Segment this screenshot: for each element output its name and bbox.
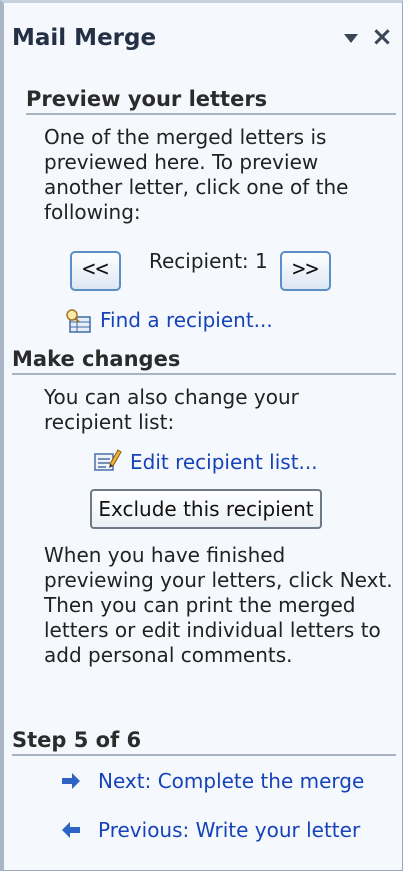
preview-description: One of the merged letters is previewed h…	[44, 125, 349, 224]
section-heading-changes: Make changes	[12, 347, 181, 371]
section-divider	[12, 754, 396, 756]
section-heading-preview: Preview your letters	[26, 87, 268, 111]
step-indicator: Step 5 of 6	[12, 728, 142, 752]
previous-step-link[interactable]: Previous: Write your letter	[98, 818, 360, 842]
pane-dropdown-icon[interactable]	[341, 28, 361, 48]
recipient-counter: Recipient: 1	[149, 249, 268, 273]
find-recipient-link[interactable]: Find a recipient...	[100, 308, 273, 332]
previous-recipient-button[interactable]: <<	[70, 251, 121, 291]
section-divider	[26, 113, 396, 115]
edit-recipient-list-link[interactable]: Edit recipient list...	[130, 450, 318, 474]
close-icon[interactable]: ×	[369, 24, 395, 50]
finish-instructions: When you have finished previewing your l…	[44, 543, 393, 667]
arrow-right-icon[interactable]	[60, 771, 82, 795]
section-divider	[12, 373, 396, 375]
mail-merge-pane: Mail Merge × Preview your letters One of…	[0, 0, 403, 871]
next-step-link[interactable]: Next: Complete the merge	[98, 769, 364, 793]
next-recipient-button[interactable]: >>	[280, 251, 331, 291]
find-recipient-icon	[64, 307, 92, 339]
exclude-recipient-button[interactable]: Exclude this recipient	[90, 489, 322, 529]
pane-title: Mail Merge	[12, 25, 157, 51]
arrow-left-icon[interactable]	[60, 820, 82, 844]
changes-description: You can also change your recipient list:	[44, 385, 299, 434]
edit-list-icon	[92, 446, 122, 478]
